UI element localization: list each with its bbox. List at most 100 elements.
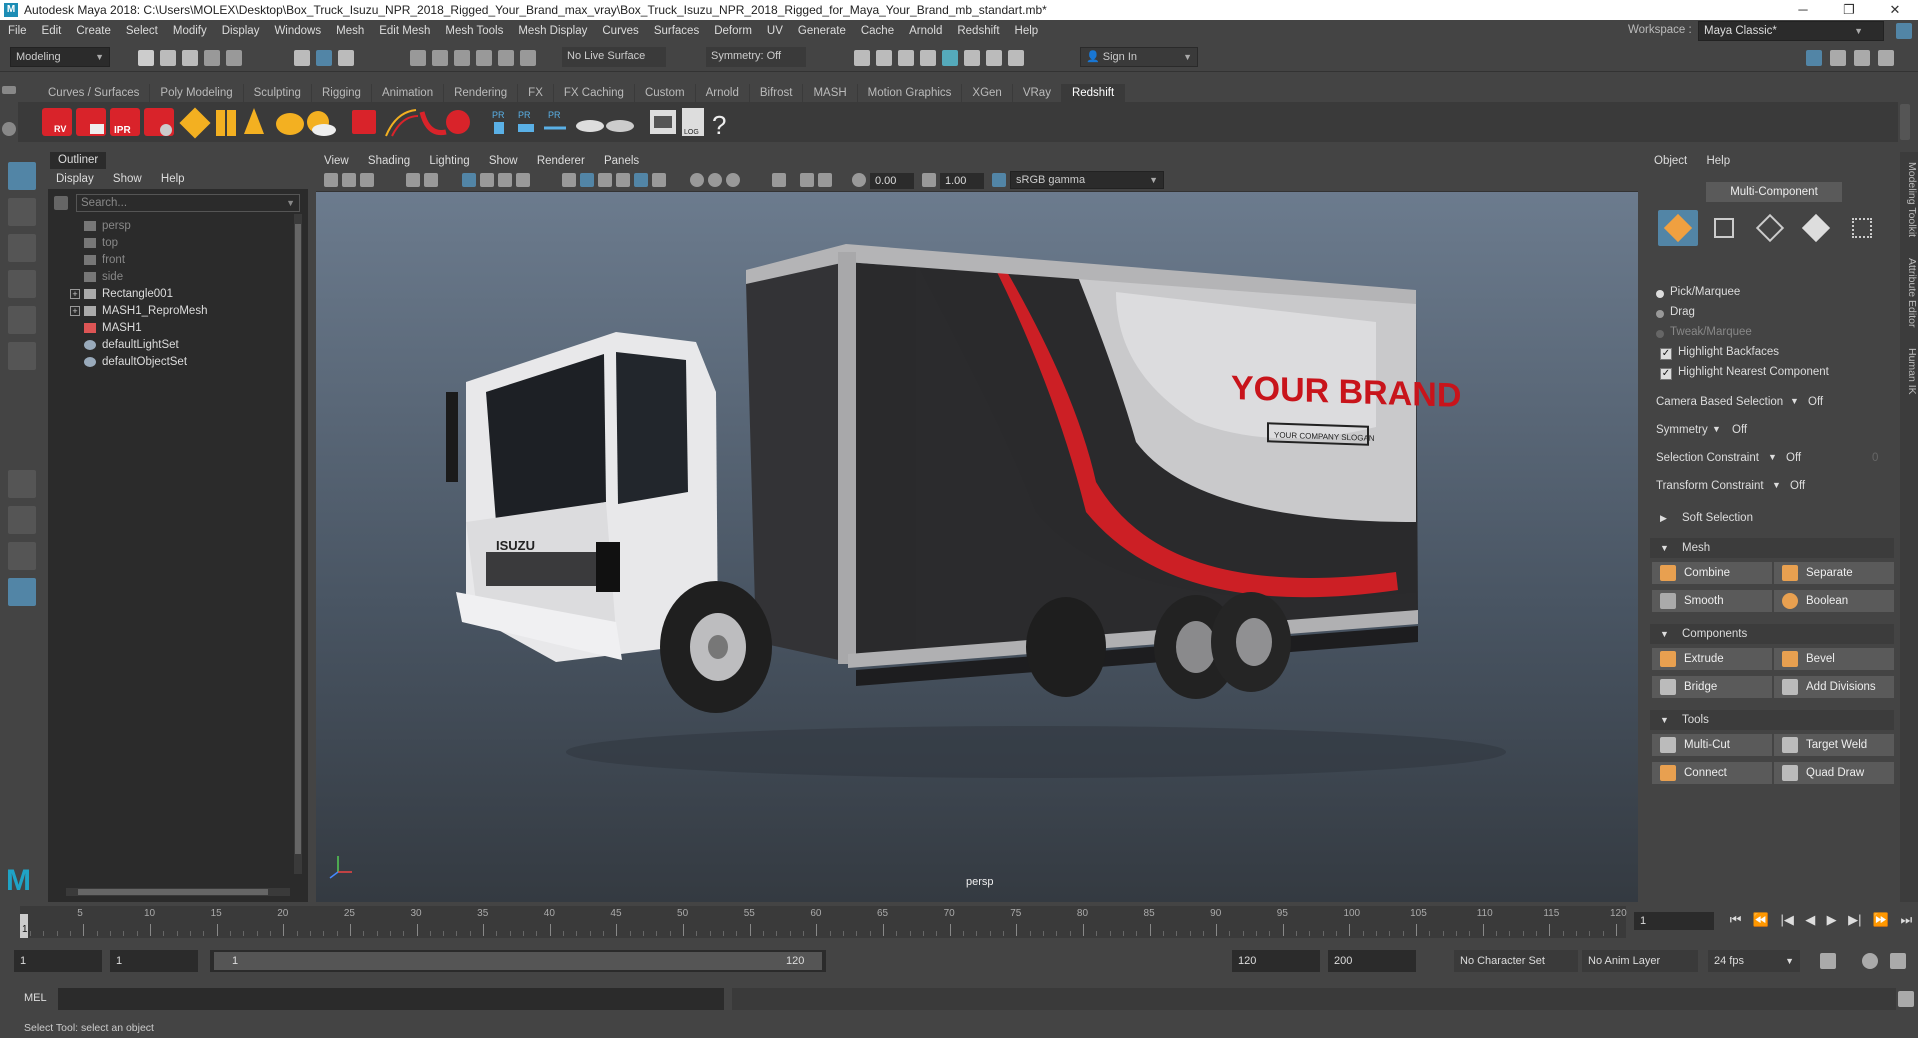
xray-icon[interactable] bbox=[616, 173, 630, 187]
side-tab-human-ik[interactable]: Human IK bbox=[1906, 348, 1918, 395]
uv-mode-icon[interactable] bbox=[1842, 210, 1882, 246]
highlight-nearest-checkbox[interactable]: ✓ bbox=[1660, 368, 1672, 380]
isolate-select-icon[interactable] bbox=[772, 173, 786, 187]
object-mode-cube-icon[interactable] bbox=[1658, 210, 1698, 246]
components-section[interactable]: ▼ Components bbox=[1650, 624, 1894, 644]
xray-joints-icon[interactable] bbox=[800, 173, 814, 187]
shelf-tab-fx-caching[interactable]: FX Caching bbox=[554, 84, 635, 102]
symmetry-label[interactable]: Symmetry bbox=[1656, 424, 1708, 436]
expand-icon[interactable]: + bbox=[70, 289, 80, 299]
redshift-sphere-icon[interactable] bbox=[446, 110, 470, 134]
shelf-tab-bifrost[interactable]: Bifrost bbox=[750, 84, 804, 102]
anim-layer-dropdown[interactable]: No Anim Layer bbox=[1582, 950, 1698, 972]
script-editor-icon[interactable] bbox=[1898, 991, 1914, 1007]
viewport-menu-show[interactable]: Show bbox=[489, 155, 518, 167]
range-slider-bar[interactable] bbox=[214, 952, 822, 970]
snap-grid-icon[interactable] bbox=[410, 50, 426, 66]
redshift-spotlight-icon[interactable] bbox=[244, 108, 264, 134]
step-forward-key-icon[interactable]: ⏩ bbox=[1873, 912, 1889, 932]
redshift-render-icon[interactable] bbox=[76, 108, 106, 136]
extrude-button[interactable]: Extrude bbox=[1652, 648, 1772, 670]
playback-end-field[interactable]: 120 bbox=[1232, 950, 1320, 972]
render-settings-icon[interactable] bbox=[920, 50, 936, 66]
save-scene-icon[interactable] bbox=[182, 50, 198, 66]
filter-icon[interactable] bbox=[54, 196, 68, 210]
symmetry-field[interactable]: Symmetry: Off bbox=[706, 47, 806, 67]
render-view-icon[interactable] bbox=[854, 50, 870, 66]
select-tool-icon[interactable] bbox=[8, 162, 36, 190]
separate-button[interactable]: Separate bbox=[1774, 562, 1894, 584]
shelf-tab-rigging[interactable]: Rigging bbox=[312, 84, 372, 102]
shelf-tab-rendering[interactable]: Rendering bbox=[444, 84, 519, 102]
camera-based-selection-label[interactable]: Camera Based Selection bbox=[1656, 396, 1783, 408]
boolean-button[interactable]: Boolean bbox=[1774, 590, 1894, 612]
chevron-down-icon[interactable]: ▼ bbox=[1768, 452, 1777, 462]
new-scene-icon[interactable] bbox=[138, 50, 154, 66]
mel-label[interactable]: MEL bbox=[24, 992, 47, 1004]
bridge-button[interactable]: Bridge bbox=[1652, 676, 1772, 698]
shelf-tab-motion-graphics[interactable]: Motion Graphics bbox=[858, 84, 963, 102]
menu-surfaces[interactable]: Surfaces bbox=[654, 25, 699, 37]
shelf-tab-redshift[interactable]: Redshift bbox=[1061, 84, 1126, 102]
redshift-log-icon[interactable]: LOG bbox=[682, 108, 704, 136]
resolution-gate-icon[interactable] bbox=[498, 173, 512, 187]
multi-cut-button[interactable]: Multi-Cut bbox=[1652, 734, 1772, 756]
select-hierarchy-icon[interactable] bbox=[294, 50, 310, 66]
menu-set-dropdown[interactable]: Modeling ▼ bbox=[10, 47, 110, 67]
shadows-icon[interactable] bbox=[690, 173, 704, 187]
redshift-domelight-icon[interactable] bbox=[276, 113, 304, 135]
target-weld-button[interactable]: Target Weld bbox=[1774, 734, 1894, 756]
scroll-thumb[interactable] bbox=[295, 224, 301, 854]
four-view-layout-icon[interactable] bbox=[8, 506, 36, 534]
gamma-field[interactable]: 1.00 bbox=[940, 173, 984, 189]
viewport-menu-lighting[interactable]: Lighting bbox=[429, 155, 469, 167]
pause-viewport-icon[interactable] bbox=[1008, 50, 1024, 66]
outliner-menu-display[interactable]: Display bbox=[56, 173, 94, 185]
outliner-tab[interactable]: Outliner bbox=[50, 152, 107, 169]
tool-settings-toggle-icon[interactable] bbox=[1854, 50, 1870, 66]
menu-arnold[interactable]: Arnold bbox=[909, 25, 942, 37]
selection-constraint-label[interactable]: Selection Constraint bbox=[1656, 452, 1759, 464]
render-setup-icon[interactable] bbox=[964, 50, 980, 66]
connect-button[interactable]: Connect bbox=[1652, 762, 1772, 784]
menu-modify[interactable]: Modify bbox=[173, 25, 207, 37]
snap-point-icon[interactable] bbox=[454, 50, 470, 66]
render-frame-icon[interactable] bbox=[876, 50, 892, 66]
auto-key-icon[interactable] bbox=[1862, 953, 1878, 969]
redshift-pr-icon-1[interactable]: PR bbox=[492, 110, 505, 134]
playback-start-field[interactable]: 1 bbox=[110, 950, 198, 972]
smooth-shade-icon[interactable] bbox=[580, 173, 594, 187]
redshift-script-icon[interactable] bbox=[650, 110, 676, 134]
shelf-menu-icon[interactable] bbox=[2, 86, 16, 94]
rotate-tool-icon[interactable] bbox=[8, 306, 36, 334]
time-slider[interactable]: 1 5 10 15 20 25 30 35 40 45 50 55 60 65 70 75 80 85 90 95 1… bbox=[0, 906, 1918, 942]
expand-icon[interactable]: + bbox=[70, 306, 80, 316]
textured-icon[interactable] bbox=[634, 173, 648, 187]
pick-marquee-radio[interactable] bbox=[1656, 290, 1664, 298]
drag-radio[interactable] bbox=[1656, 310, 1664, 318]
grid-icon[interactable] bbox=[462, 173, 476, 187]
channel-box-toggle-icon[interactable] bbox=[1806, 50, 1822, 66]
outliner-item-front[interactable]: front bbox=[84, 251, 125, 269]
hypershade-icon[interactable] bbox=[942, 50, 958, 66]
animation-start-field[interactable]: 1 bbox=[14, 950, 102, 972]
ambient-occlusion-icon[interactable] bbox=[708, 173, 722, 187]
step-back-key-icon[interactable]: ⏪ bbox=[1753, 912, 1769, 932]
menu-deform[interactable]: Deform bbox=[714, 25, 752, 37]
menu-create[interactable]: Create bbox=[76, 25, 111, 37]
redshift-rectlight-icon[interactable] bbox=[179, 107, 211, 139]
redshift-volume-icon[interactable] bbox=[576, 120, 604, 132]
scale-tool-icon[interactable] bbox=[8, 342, 36, 370]
gamma-icon[interactable] bbox=[922, 173, 936, 187]
open-scene-icon[interactable] bbox=[160, 50, 176, 66]
go-to-start-icon[interactable]: ⏮ bbox=[1730, 912, 1742, 932]
use-all-lights-icon[interactable] bbox=[652, 173, 666, 187]
bookmark-icon[interactable] bbox=[360, 173, 374, 187]
menu-file[interactable]: File bbox=[8, 25, 27, 37]
select-object-icon[interactable] bbox=[316, 50, 332, 66]
lasso-tool-icon[interactable] bbox=[8, 198, 36, 226]
viewport-menu-panels[interactable]: Panels bbox=[604, 155, 639, 167]
redshift-hair-icon[interactable] bbox=[385, 109, 419, 137]
undo-icon[interactable] bbox=[204, 50, 220, 66]
shelf-tab-sculpting[interactable]: Sculpting bbox=[244, 84, 312, 102]
